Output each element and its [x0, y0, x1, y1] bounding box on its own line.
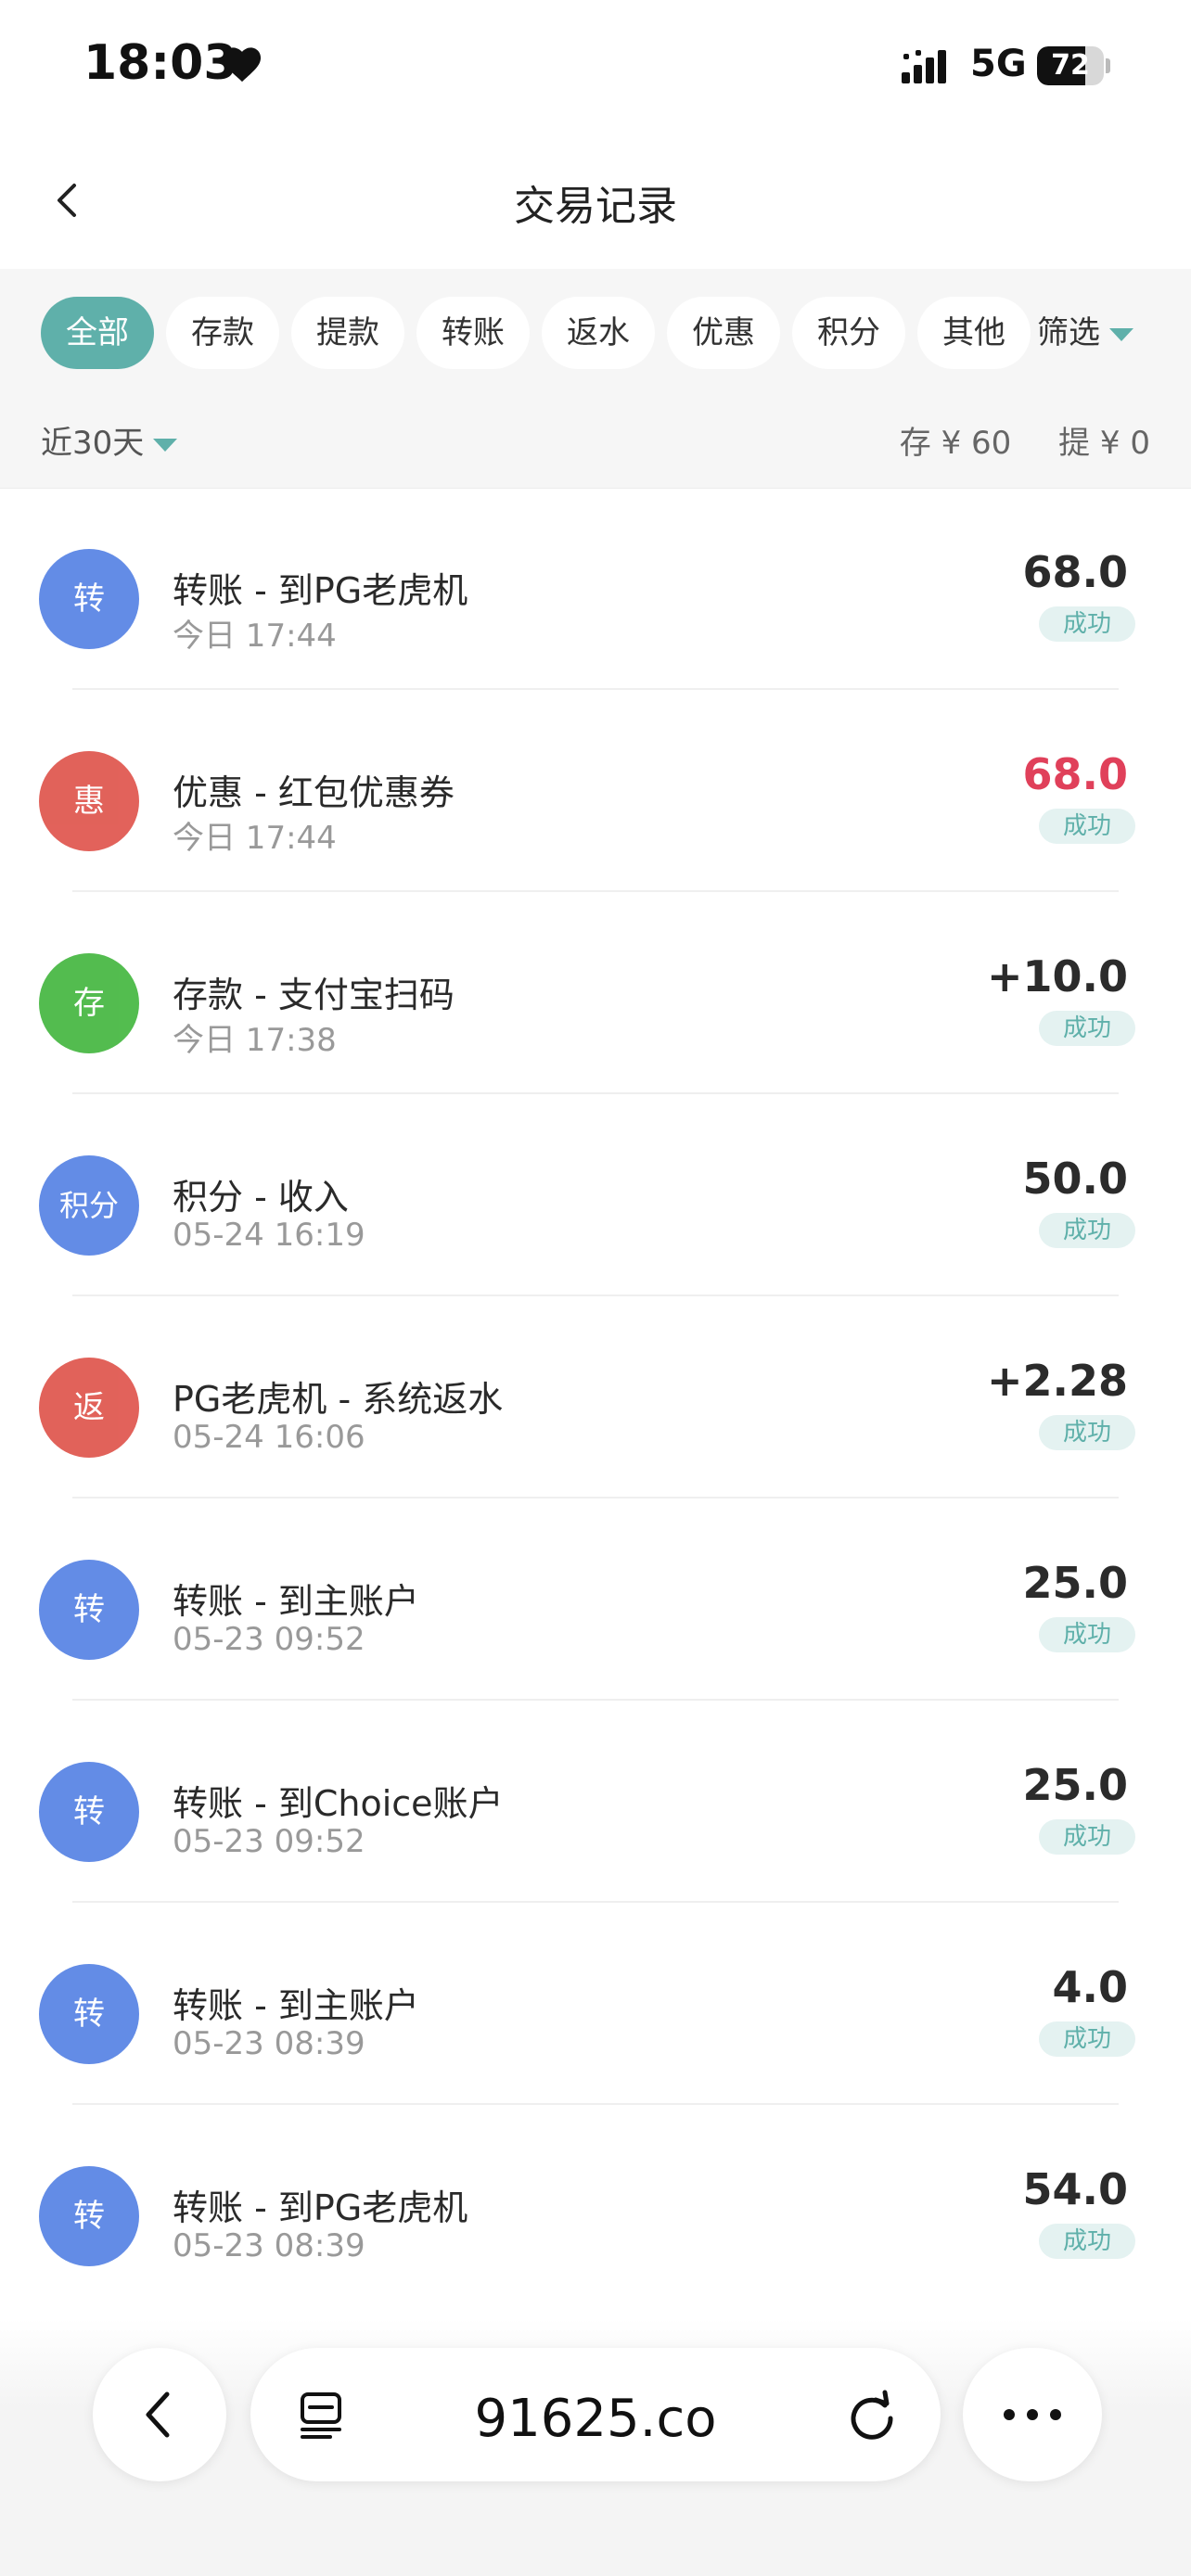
status-time: 18:03 — [83, 35, 237, 91]
transaction-row[interactable]: 转转账 - 到PG老虎机今日 17:44 68.0 成功 — [0, 488, 1191, 690]
status-bar: 18:03 5G 72 — [0, 0, 1191, 130]
transaction-title: 存款 - 支付宝扫码 — [173, 975, 455, 1015]
date-range-selector[interactable]: 近30天 — [41, 417, 178, 463]
transaction-time: 今日 17:44 — [173, 820, 337, 857]
status-badge: 成功 — [1039, 1415, 1135, 1450]
filter-button[interactable]: 筛选 — [1037, 297, 1133, 369]
browser-back-button[interactable] — [93, 2348, 226, 2481]
tab-6[interactable]: 积分 — [792, 297, 905, 369]
transaction-type-icon: 存 — [39, 953, 139, 1053]
battery-icon: 72 — [1037, 46, 1110, 85]
transaction-type-icon: 转 — [39, 549, 139, 649]
transaction-type-icon: 转 — [39, 2166, 139, 2266]
withdraw-summary: 提 ¥ 0 — [1058, 425, 1150, 462]
chevron-left-icon — [146, 2391, 170, 2438]
page-title: 交易记录 — [514, 183, 677, 230]
transaction-time: 05-23 09:52 — [173, 1823, 365, 1860]
transaction-type-icon: 惠 — [39, 751, 139, 851]
transaction-time: 05-24 16:19 — [173, 1217, 365, 1254]
transaction-time: 05-24 16:06 — [173, 1419, 365, 1456]
status-badge: 成功 — [1039, 1819, 1135, 1855]
more-button[interactable] — [963, 2348, 1102, 2481]
transaction-title: 优惠 - 红包优惠券 — [173, 772, 455, 813]
reload-icon[interactable] — [844, 2387, 900, 2442]
transaction-title: 转账 - 到PG老虎机 — [173, 2187, 468, 2228]
summary: 存 ¥ 60 提 ¥ 0 — [863, 417, 1150, 463]
filter-label: 筛选 — [1037, 314, 1100, 351]
deposit-summary: 存 ¥ 60 — [899, 425, 1012, 462]
transaction-amount: 68.0 — [1022, 749, 1129, 799]
tab-5[interactable]: 优惠 — [667, 297, 780, 369]
transaction-amount: +10.0 — [986, 951, 1128, 1001]
transaction-time: 05-23 08:39 — [173, 2227, 365, 2264]
transaction-title: PG老虎机 - 系统返水 — [173, 1379, 504, 1420]
transaction-type-icon: 返 — [39, 1358, 139, 1458]
transaction-type-icon: 积分 — [39, 1155, 139, 1256]
transaction-row[interactable]: 惠优惠 - 红包优惠券今日 17:44 68.0 成功 — [0, 690, 1191, 892]
status-badge: 成功 — [1039, 2021, 1135, 2057]
transaction-title: 转账 - 到主账户 — [173, 1581, 419, 1622]
transaction-time: 今日 17:44 — [173, 618, 337, 655]
transaction-row[interactable]: 返 PG老虎机 - 系统返水 05-24 16:06 +2.28 成功 — [0, 1296, 1191, 1498]
transaction-amount: +2.28 — [986, 1356, 1128, 1406]
status-badge: 成功 — [1039, 1011, 1135, 1046]
transaction-title: 积分 - 收入 — [173, 1177, 349, 1218]
tab-2[interactable]: 提款 — [291, 297, 404, 369]
transaction-amount: 68.0 — [1022, 547, 1129, 597]
tab-3[interactable]: 转账 — [416, 297, 530, 369]
transaction-amount: 25.0 — [1022, 1558, 1129, 1608]
status-badge: 成功 — [1039, 606, 1135, 642]
status-badge: 成功 — [1039, 1213, 1135, 1248]
transaction-row[interactable]: 存存款 - 支付宝扫码 今日 17:38 +10.0 成功 — [0, 892, 1191, 1094]
transaction-title: 转账 - 到主账户 — [173, 1985, 419, 2026]
transaction-type-icon: 转 — [39, 1762, 139, 1862]
network-type: 5G — [970, 43, 1027, 85]
browser-toolbar: 91625.co — [0, 2318, 1191, 2576]
transaction-time: 今日 17:38 — [173, 1022, 337, 1059]
tab-0[interactable]: 全部 — [41, 297, 154, 369]
transaction-row[interactable]: 转转账 - 到PG老虎机 05-23 08:39 54.0 成功 — [0, 2105, 1191, 2307]
transaction-row[interactable]: 转转账 - 到主账户 05-23 09:52 25.0 成功 — [0, 1498, 1191, 1701]
battery-level: 72 — [1051, 49, 1090, 82]
transaction-title: 转账 - 到Choice账户 — [173, 1783, 504, 1824]
date-range-label: 近30天 — [41, 425, 145, 462]
status-badge: 成功 — [1039, 2224, 1135, 2259]
transaction-row[interactable]: 转转账 - 到主账户 05-23 08:39 4.0 成功 — [0, 1903, 1191, 2105]
address-bar[interactable]: 91625.co — [250, 2348, 941, 2481]
transaction-time: 05-23 09:52 — [173, 1621, 365, 1658]
transaction-amount: 50.0 — [1022, 1154, 1129, 1204]
heart-icon — [223, 47, 262, 83]
header: 交易记录 — [0, 130, 1191, 269]
transaction-row[interactable]: 转转账 - 到Choice账户 05-23 09:52 25.0 成功 — [0, 1701, 1191, 1903]
url-text: 91625.co — [474, 2389, 717, 2449]
more-dots-icon — [1004, 2409, 1061, 2420]
transaction-amount: 25.0 — [1022, 1760, 1129, 1810]
status-badge: 成功 — [1039, 1617, 1135, 1652]
caret-down-icon — [1109, 327, 1133, 341]
transaction-row[interactable]: 积分 积分 - 收入 05-24 16:19 50.0 成功 — [0, 1094, 1191, 1296]
filter-area: 全部 存款 提款 转账 返水 优惠 积分 其他 筛选 近30天 存 ¥ 60 提 ¥ 0 — [0, 269, 1191, 489]
status-badge: 成功 — [1039, 809, 1135, 844]
transaction-time: 05-23 08:39 — [173, 2025, 365, 2062]
transaction-title: 转账 - 到PG老虎机 — [173, 570, 468, 611]
tab-1[interactable]: 存款 — [166, 297, 279, 369]
transaction-type-icon: 转 — [39, 1964, 139, 2064]
caret-down-icon — [153, 438, 178, 452]
tab-4[interactable]: 返水 — [542, 297, 655, 369]
transaction-type-icon: 转 — [39, 1560, 139, 1660]
tab-7[interactable]: 其他 — [917, 297, 1031, 369]
transaction-amount: 4.0 — [1052, 1962, 1129, 2012]
signal-icon — [902, 50, 946, 83]
transaction-amount: 54.0 — [1022, 2164, 1129, 2214]
